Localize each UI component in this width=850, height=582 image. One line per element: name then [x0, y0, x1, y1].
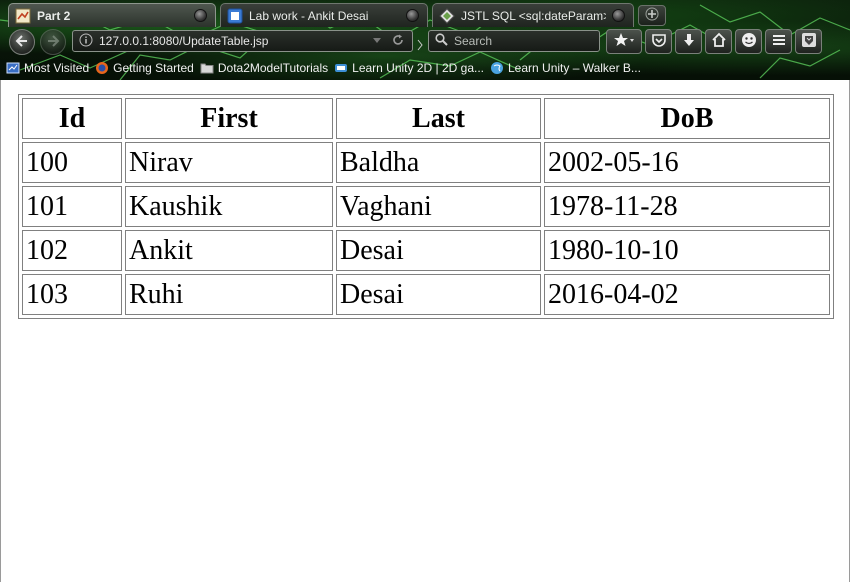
- cell-dob: 1978-11-28: [544, 186, 830, 227]
- cell-dob: 2002-05-16: [544, 142, 830, 183]
- toolbar-separator: [417, 36, 423, 55]
- address-bar[interactable]: 127.0.0.1:8080/UpdateTable.jsp: [72, 30, 413, 52]
- bookmark-label: Most Visited: [24, 61, 90, 75]
- smiley-icon: [741, 32, 757, 52]
- pocket-icon: [651, 32, 667, 52]
- page-icon: [15, 8, 31, 24]
- table-header-row: Id First Last DoB: [22, 98, 830, 139]
- cell-id: 103: [22, 274, 122, 315]
- data-table: Id First Last DoB 100 Nirav Baldha 2002-…: [18, 94, 834, 319]
- cell-last: Desai: [336, 274, 541, 315]
- bookmark-learn-unity-2d[interactable]: Learn Unity 2D | 2D ga...: [334, 61, 484, 75]
- search-placeholder: Search: [454, 34, 493, 48]
- tab-strip: Part 2 Lab work - Ankit Desai JSTL SQL <…: [4, 3, 846, 27]
- bookmark-label: Learn Unity – Walker B...: [508, 61, 641, 75]
- table-row: 103 Ruhi Desai 2016-04-02: [22, 274, 830, 315]
- cell-dob: 1980-10-10: [544, 230, 830, 271]
- tab-jstl-sql[interactable]: JSTL SQL <sql:dateParam> ...: [432, 3, 634, 27]
- navigation-toolbar: 127.0.0.1:8080/UpdateTable.jsp Search: [0, 28, 850, 56]
- tab-part-2[interactable]: Part 2: [8, 3, 216, 27]
- cell-id: 101: [22, 186, 122, 227]
- cell-last: Vaghani: [336, 186, 541, 227]
- bookmarks-toolbar: Most Visited Getting Started Dota2ModelT…: [0, 58, 850, 78]
- star-icon: [613, 32, 635, 52]
- hamburger-icon: [771, 32, 787, 51]
- search-icon: [435, 33, 448, 49]
- bookmark-label: Getting Started: [113, 61, 194, 75]
- tutorialspoint-icon: [439, 7, 455, 24]
- cell-first: Nirav: [125, 142, 333, 183]
- downloads-button[interactable]: [675, 29, 702, 54]
- home-icon: [711, 32, 727, 52]
- tab-title: JSTL SQL <sql:dateParam> ...: [461, 8, 606, 23]
- tab-lab-work[interactable]: Lab work - Ankit Desai: [220, 3, 428, 27]
- close-tab-icon[interactable]: [612, 9, 625, 22]
- reload-icon[interactable]: [392, 34, 404, 49]
- cell-dob: 2016-04-02: [544, 274, 830, 315]
- cell-first: Kaushik: [125, 186, 333, 227]
- bookmark-dota2-folder[interactable]: Dota2ModelTutorials: [200, 61, 328, 75]
- page-content: Id First Last DoB 100 Nirav Baldha 2002-…: [0, 80, 850, 582]
- browser-chrome: Part 2 Lab work - Ankit Desai JSTL SQL <…: [0, 0, 850, 80]
- doc-icon: [227, 8, 243, 24]
- tab-title: Part 2: [37, 8, 71, 23]
- dropdown-arrow-icon[interactable]: [372, 34, 382, 48]
- header-dob: DoB: [544, 98, 830, 139]
- globe-icon: [490, 61, 504, 75]
- table-row: 100 Nirav Baldha 2002-05-16: [22, 142, 830, 183]
- shield-icon: [801, 32, 817, 52]
- header-first: First: [125, 98, 333, 139]
- arrow-right-icon: [46, 33, 60, 52]
- bookmark-label: Dota2ModelTutorials: [217, 61, 329, 75]
- url-text: 127.0.0.1:8080/UpdateTable.jsp: [99, 34, 269, 48]
- header-last: Last: [336, 98, 541, 139]
- close-tab-icon[interactable]: [406, 9, 419, 22]
- menu-button[interactable]: [765, 29, 792, 54]
- bookmark-label: Learn Unity 2D | 2D ga...: [352, 61, 484, 75]
- bookmark-star-button[interactable]: [606, 29, 642, 54]
- folder-icon: [200, 61, 214, 75]
- tab-title: Lab work - Ankit Desai: [249, 8, 369, 23]
- firefox-icon: [95, 61, 109, 75]
- pocket-button[interactable]: [645, 29, 672, 54]
- back-button[interactable]: [9, 29, 35, 55]
- unity-icon: [334, 61, 348, 75]
- home-button[interactable]: [705, 29, 732, 54]
- plus-icon: [645, 6, 659, 25]
- extension-button[interactable]: [795, 29, 822, 54]
- arrow-left-icon: [15, 33, 29, 52]
- cell-first: Ruhi: [125, 274, 333, 315]
- cell-id: 102: [22, 230, 122, 271]
- new-tab-button[interactable]: [638, 5, 666, 26]
- table-row: 101 Kaushik Vaghani 1978-11-28: [22, 186, 830, 227]
- info-icon[interactable]: [79, 33, 93, 50]
- search-box[interactable]: Search: [428, 30, 600, 52]
- download-arrow-icon: [681, 32, 697, 52]
- most-visited-icon: [6, 61, 20, 75]
- close-tab-icon[interactable]: [194, 9, 207, 22]
- cell-first: Ankit: [125, 230, 333, 271]
- forward-button[interactable]: [40, 29, 66, 55]
- bookmark-getting-started[interactable]: Getting Started: [95, 61, 194, 75]
- bookmark-learn-unity-walker[interactable]: Learn Unity – Walker B...: [490, 61, 641, 75]
- cell-last: Desai: [336, 230, 541, 271]
- cell-id: 100: [22, 142, 122, 183]
- header-id: Id: [22, 98, 122, 139]
- hello-button[interactable]: [735, 29, 762, 54]
- bookmark-most-visited[interactable]: Most Visited: [6, 61, 89, 75]
- cell-last: Baldha: [336, 142, 541, 183]
- table-row: 102 Ankit Desai 1980-10-10: [22, 230, 830, 271]
